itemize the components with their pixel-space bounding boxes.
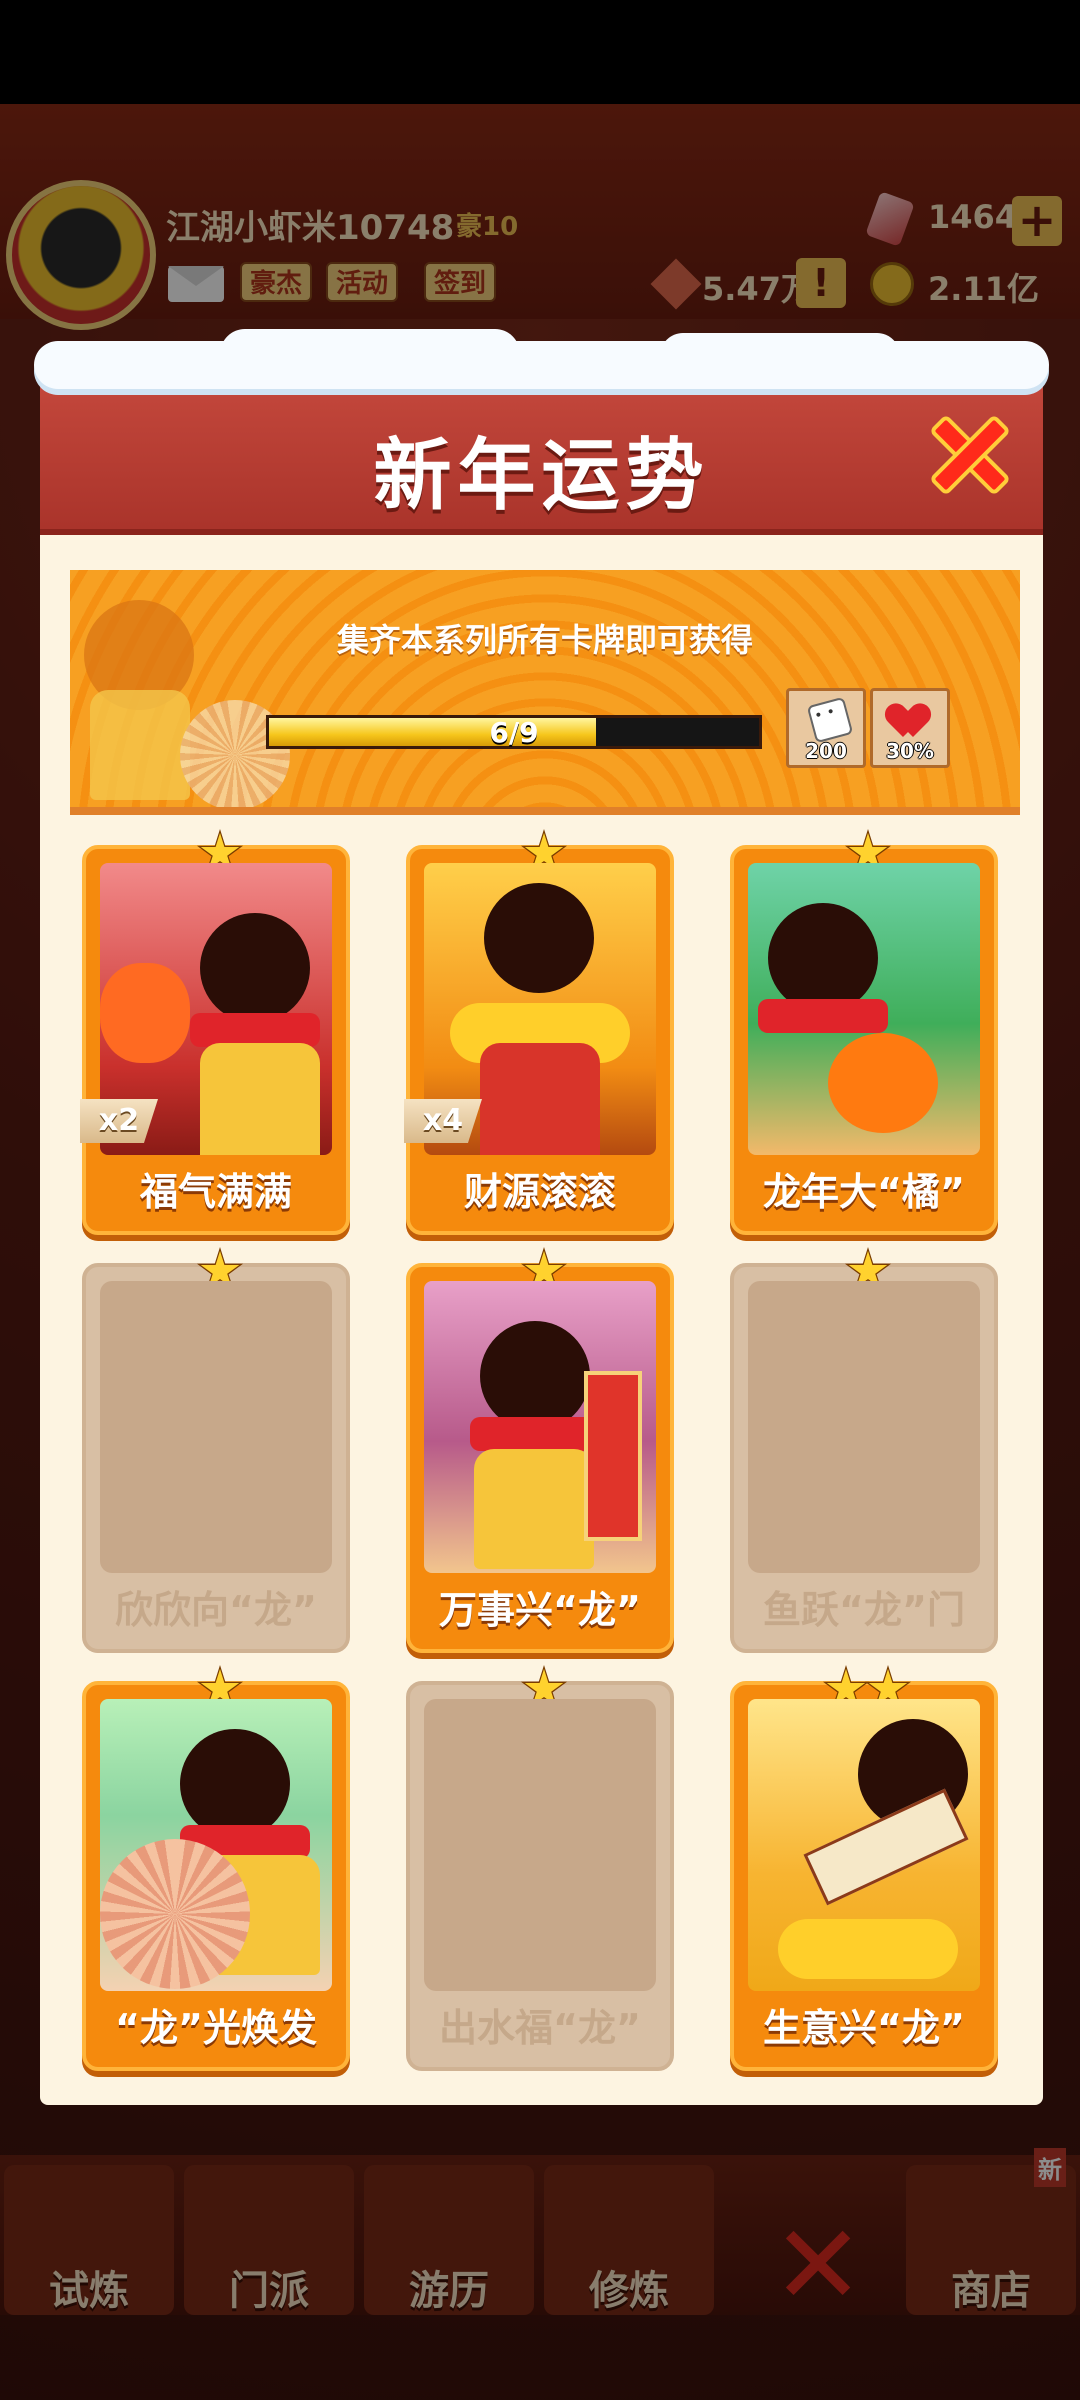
status-bar <box>0 0 1080 104</box>
progress-label: 6/9 <box>489 716 539 749</box>
card-chushui-locked[interactable]: 出水福“龙” <box>406 1665 674 2071</box>
card-art-placeholder <box>424 1699 656 1991</box>
scarf-illustration <box>190 1013 320 1047</box>
modal-title: 新年运势 <box>373 431 710 521</box>
card-art-placeholder <box>100 1281 332 1573</box>
card-art <box>748 1699 980 1991</box>
heart-icon <box>893 705 933 739</box>
card-wanshi[interactable]: 万事兴“龙” <box>406 1247 674 1653</box>
orange-illustration <box>828 1033 938 1133</box>
card-fuqi[interactable]: x2 福气满满 <box>80 829 350 1235</box>
lantern-illustration <box>100 963 190 1063</box>
card-name: 生意兴“龙” <box>763 2006 965 2050</box>
card-name: 龙年大“橘” <box>763 1170 965 1214</box>
character-body-illustration <box>480 1043 600 1155</box>
fan-illustration <box>100 1839 250 1989</box>
card-name: 出水福“龙” <box>439 2006 641 2050</box>
coins-illustration <box>778 1919 958 1979</box>
card-art <box>100 1699 332 1991</box>
scarf-illustration <box>470 1417 600 1451</box>
card-longguang[interactable]: “龙”光焕发 <box>82 1665 350 2071</box>
reward-dice-amount: 200 <box>805 739 847 763</box>
character-illustration <box>484 883 594 993</box>
scarf-illustration <box>758 999 888 1033</box>
card-name: 福气满满 <box>139 1170 292 1214</box>
modal-body: 集齐本系列所有卡牌即可获得 6/9 200 30% <box>40 535 1043 2105</box>
card-name: 欣欣向“龙” <box>115 1588 317 1632</box>
reward-banner: 集齐本系列所有卡牌即可获得 6/9 200 30% <box>70 570 1020 815</box>
card-yuyue-locked[interactable]: 鱼跃“龙”门 <box>730 1247 998 1653</box>
card-caiyuan[interactable]: x4 财源滚滚 <box>404 829 674 1235</box>
character-illustration <box>180 1729 290 1839</box>
character-illustration <box>768 903 878 1013</box>
card-name: 鱼跃“龙”门 <box>763 1588 965 1632</box>
reward-heart-amount: 30% <box>886 739 934 763</box>
card-name: “龙”光焕发 <box>115 2006 317 2050</box>
snow-decoration <box>220 329 520 379</box>
card-art-placeholder <box>748 1281 980 1573</box>
character-illustration <box>480 1321 590 1431</box>
modal-header: 新年运势 <box>34 329 1049 535</box>
card-xinxin-locked[interactable]: 欣欣向“龙” <box>82 1247 350 1653</box>
character-body-illustration <box>90 690 190 800</box>
reward-dice[interactable]: 200 <box>786 688 866 768</box>
collection-progress-bar: 6/9 <box>266 715 762 749</box>
card-name: 万事兴“龙” <box>439 1588 641 1632</box>
collection-hint: 集齐本系列所有卡牌即可获得 <box>336 621 753 659</box>
dice-icon <box>806 696 854 744</box>
new-year-fortune-modal: 新年运势 集齐本系列所有卡牌即可获得 6/9 200 30% <box>34 329 1049 2105</box>
snow-decoration <box>660 333 900 379</box>
card-shengyi[interactable]: 生意兴“龙” <box>730 1665 998 2071</box>
character-body-illustration <box>200 1043 320 1155</box>
card-art <box>748 863 980 1155</box>
card-art <box>424 1281 656 1573</box>
scroll-illustration <box>584 1371 642 1541</box>
character-illustration <box>200 913 310 1023</box>
close-button[interactable] <box>920 405 1020 505</box>
reward-heart[interactable]: 30% <box>870 688 950 768</box>
card-name: 财源滚滚 <box>463 1170 616 1214</box>
character-body-illustration <box>474 1449 594 1569</box>
card-longnian[interactable]: 龙年大“橘” <box>730 829 998 1235</box>
